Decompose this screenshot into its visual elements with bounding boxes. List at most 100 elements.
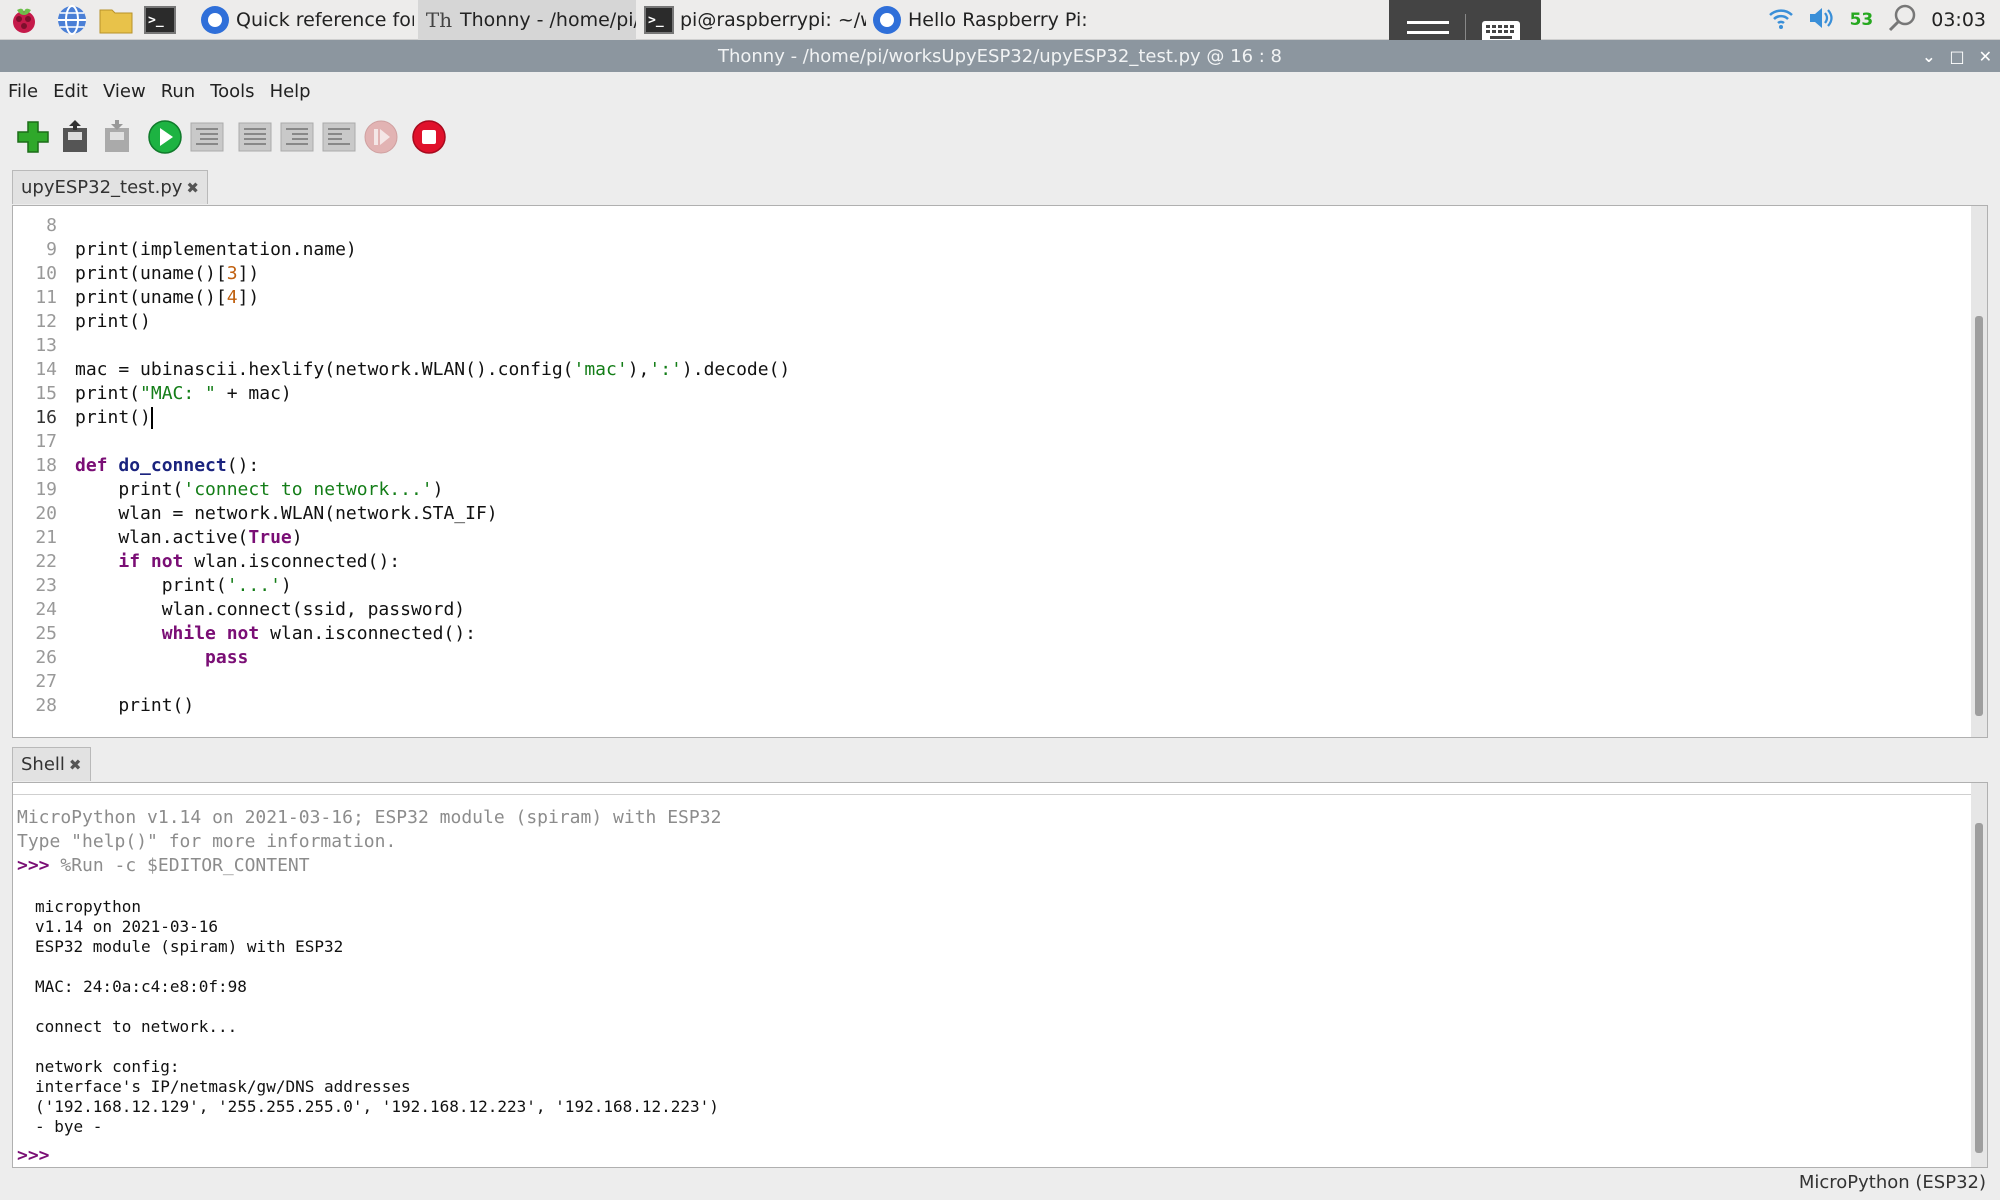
shell-output-line: MAC: 24:0a:c4:e8:0f:98 <box>35 977 247 996</box>
wifi-icon[interactable] <box>1768 6 1794 35</box>
volume-icon[interactable] <box>1808 6 1836 35</box>
code-line: if not wlan.isconnected(): <box>118 551 401 572</box>
debug-icon <box>190 122 224 152</box>
menu-view[interactable]: View <box>103 81 146 102</box>
new-file-button[interactable] <box>12 117 54 157</box>
search-icon[interactable] <box>1887 3 1917 38</box>
load-icon <box>63 120 87 152</box>
task-label: Thonny - /home/pi/... <box>460 9 636 31</box>
task-chromium-hello[interactable]: Hello Raspberry Pi: S... <box>866 0 1086 40</box>
code-line: wlan.connect(ssid, password) <box>75 599 466 620</box>
line-number: 19 <box>35 479 57 500</box>
task-thonny[interactable]: Th Thonny - /home/pi/... <box>418 0 636 40</box>
scrollbar-thumb[interactable] <box>1975 316 1983 716</box>
line-number: 8 <box>46 215 57 236</box>
line-number: 24 <box>35 599 57 620</box>
step-over-button[interactable] <box>234 117 276 157</box>
step-out-icon <box>322 122 356 152</box>
code-line: print('connect to network...') <box>75 479 444 500</box>
line-number: 22 <box>35 551 57 572</box>
shell-prompt: >>> <box>17 1145 50 1166</box>
task-label: Hello Raspberry Pi: S... <box>908 9 1086 31</box>
code-line: print('...') <box>75 575 292 596</box>
line-number: 14 <box>35 359 57 380</box>
chromium-icon <box>200 5 230 35</box>
code-line: print("MAC: " + mac) <box>75 383 292 404</box>
menu-file[interactable]: File <box>8 81 38 102</box>
code-line: print(uname()[4]) <box>75 287 260 308</box>
window-controls: ⌄ □ ✕ <box>1922 40 1992 72</box>
debug-button[interactable] <box>186 117 228 157</box>
shell-output-line: ESP32 module (spiram) with ESP32 <box>35 937 344 956</box>
step-into-icon <box>280 122 314 152</box>
text-cursor <box>150 407 153 429</box>
code-line: print() <box>75 311 151 332</box>
shell-banner-help: Type "help()" for more information. <box>17 831 397 852</box>
shell-output-line: - bye - <box>35 1117 103 1136</box>
tab-shell[interactable]: Shell ✖ <box>12 747 91 781</box>
clock[interactable]: 03:03 <box>1931 9 1986 31</box>
code-editor[interactable]: 8 9 10 11 12 13 14 15 16 17 18 19 20 21 22 23 24 25 26 27 28… <box>12 205 1988 738</box>
line-number: 9 <box>46 239 57 260</box>
line-number: 20 <box>35 503 57 524</box>
shell-input-line[interactable]: >>> <box>17 1145 50 1166</box>
editor-scrollbar[interactable] <box>1971 206 1987 737</box>
raspberry-menu-icon[interactable] <box>6 3 42 37</box>
step-over-icon <box>238 122 272 152</box>
chromium-icon <box>872 5 902 35</box>
line-number: 27 <box>35 671 57 692</box>
file-manager-icon[interactable] <box>98 3 134 37</box>
web-browser-icon[interactable] <box>54 3 90 37</box>
save-file-button[interactable] <box>96 117 138 157</box>
code-line: mac = ubinascii.hexlify(network.WLAN().c… <box>75 359 791 380</box>
close-icon[interactable]: ✖ <box>186 179 199 197</box>
task-chromium-quick-reference[interactable]: Quick reference for th... <box>194 0 414 40</box>
line-number: 10 <box>35 263 57 284</box>
scrollbar-thumb[interactable] <box>1975 823 1983 1153</box>
taskbar: >_ Quick reference for th... Th Thonny -… <box>0 0 2000 40</box>
shell-output-line: v1.14 on 2021-03-16 <box>35 917 219 936</box>
run-command: %Run -c $EDITOR_CONTENT <box>60 855 310 876</box>
shell-scrollbar[interactable] <box>1971 783 1987 1167</box>
shell-banner: MicroPython v1.14 on 2021-03-16; ESP32 m… <box>17 807 722 828</box>
load-file-button[interactable] <box>54 117 96 157</box>
menu-tools[interactable]: Tools <box>210 81 254 102</box>
line-number-gutter: 8 9 10 11 12 13 14 15 16 17 18 19 20 21 22 23 24 25 26 27 28 <box>13 206 63 737</box>
thonny-icon: Th <box>425 8 453 32</box>
line-number: 16 <box>35 407 57 428</box>
tab-upyesp32-test[interactable]: upyESP32_test.py ✖ <box>12 170 208 204</box>
code-line: print(uname()[3]) <box>75 263 260 284</box>
interpreter-status[interactable]: MicroPython (ESP32) <box>1799 1172 1986 1193</box>
minimize-icon[interactable]: ⌄ <box>1922 47 1935 66</box>
play-icon <box>148 120 182 154</box>
task-terminal[interactable]: >_ pi@raspberrypi: ~/wo... <box>638 0 866 40</box>
battery-level: 53 <box>1849 10 1874 30</box>
menu-help[interactable]: Help <box>270 81 311 102</box>
toolbar <box>12 116 450 158</box>
shell-panel[interactable]: MicroPython v1.14 on 2021-03-16; ESP32 m… <box>12 782 1988 1168</box>
resume-button[interactable] <box>360 117 402 157</box>
terminal-icon[interactable]: >_ <box>142 3 178 37</box>
line-number: 11 <box>35 287 57 308</box>
close-icon[interactable]: ✖ <box>69 756 82 774</box>
shell-output-line: interface's IP/netmask/gw/DNS addresses <box>35 1077 411 1096</box>
menu-bar: File Edit View Run Tools Help <box>0 74 311 108</box>
shell-output-line: network config: <box>35 1057 180 1076</box>
line-number: 18 <box>35 455 57 476</box>
maximize-icon[interactable]: □ <box>1949 47 1964 66</box>
code-line: print(implementation.name) <box>75 239 357 260</box>
step-out-button[interactable] <box>318 117 360 157</box>
step-into-button[interactable] <box>276 117 318 157</box>
shell-output-line: micropython <box>35 897 141 916</box>
tab-label: upyESP32_test.py <box>21 177 183 198</box>
menu-run[interactable]: Run <box>161 81 196 102</box>
stop-button[interactable] <box>408 117 450 157</box>
menu-edit[interactable]: Edit <box>53 81 88 102</box>
run-button[interactable] <box>144 117 186 157</box>
code-line: def do_connect(): <box>75 455 260 476</box>
line-number: 17 <box>35 431 57 452</box>
close-icon[interactable]: ✕ <box>1979 47 1992 66</box>
line-number: 28 <box>35 695 57 716</box>
shell-prompt: >>> <box>17 855 50 876</box>
shell-separator <box>13 794 1971 795</box>
